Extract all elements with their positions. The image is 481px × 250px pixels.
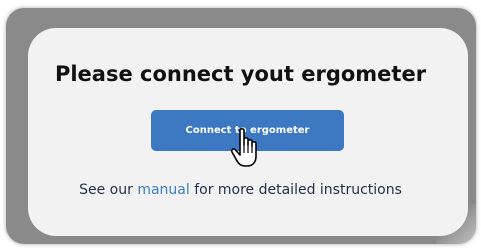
instructions-text: See our manual for more detailed instruc… [0,182,481,198]
dialog-title: Please connect yout ergometer [54,62,427,86]
instructions-prefix: See our [79,182,138,198]
manual-link[interactable]: manual [137,182,189,198]
instructions-suffix: for more detailed instructions [189,182,402,198]
hand-pointer-icon [231,128,257,167]
